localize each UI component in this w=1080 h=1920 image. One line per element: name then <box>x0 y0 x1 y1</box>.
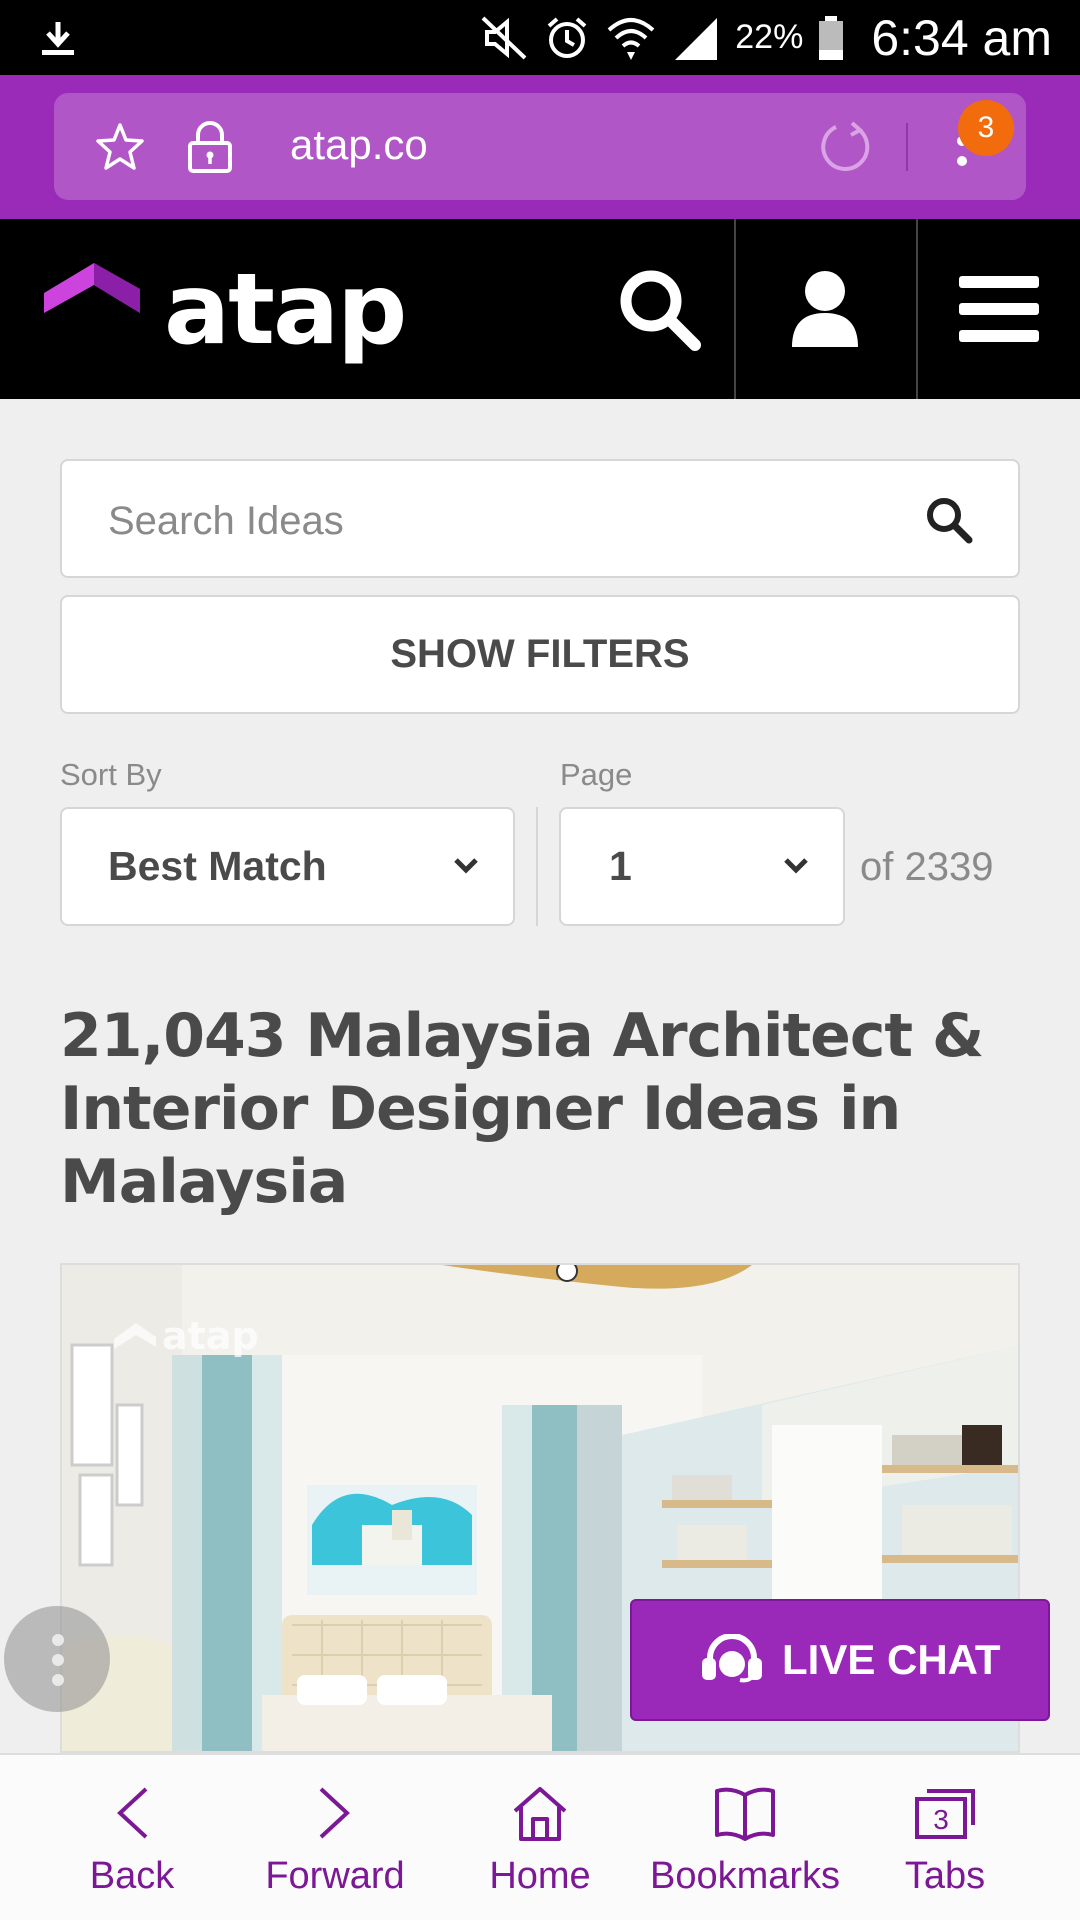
floating-options-button[interactable] <box>4 1606 110 1712</box>
nav-forward-button[interactable]: Forward <box>250 1755 420 1920</box>
tabs-icon: 3 <box>915 1789 975 1839</box>
fab-dot <box>52 1654 64 1666</box>
live-chat-label: LIVE CHAT <box>782 1636 1001 1683</box>
search-ideas-input[interactable] <box>108 491 888 551</box>
brand-logo-text[interactable]: atap <box>164 253 407 367</box>
reload-icon[interactable] <box>818 119 874 175</box>
fab-dot <box>52 1674 64 1686</box>
toolbar-divider <box>906 123 908 171</box>
address-bar[interactable]: atap.co <box>54 93 1026 200</box>
url-text[interactable]: atap.co <box>290 121 428 169</box>
headset-icon <box>702 1634 762 1683</box>
nav-home-label: Home <box>489 1855 591 1897</box>
browser-toolbar: atap.co <box>0 75 1080 219</box>
nav-bookmarks-button[interactable]: Bookmarks <box>640 1755 850 1920</box>
chevron-down-icon <box>784 858 808 874</box>
show-filters-button[interactable]: SHOW FILTERS <box>60 595 1020 714</box>
page-select[interactable]: 1 <box>559 807 845 926</box>
header-menu-button[interactable] <box>916 219 1080 399</box>
wifi-icon <box>607 17 655 60</box>
sort-by-value: Best Match <box>108 843 327 889</box>
battery-icon <box>819 15 844 60</box>
header-account-button[interactable] <box>734 219 914 399</box>
browser-bottom-nav: Back Forward Home Bookmarks 3 Tabs <box>0 1753 1080 1920</box>
image-watermark: atap <box>162 1314 259 1358</box>
nav-home-button[interactable]: Home <box>470 1755 610 1920</box>
search-ideas-box <box>60 459 1020 578</box>
sort-page-divider <box>536 807 538 926</box>
page-value: 1 <box>609 843 632 889</box>
nav-tabs-label: Tabs <box>904 1855 986 1897</box>
clock: 6:34 am <box>871 9 1052 66</box>
sort-by-select[interactable]: Best Match <box>60 807 515 926</box>
live-chat-button[interactable]: LIVE CHAT <box>630 1599 1050 1721</box>
header-search-button[interactable] <box>586 219 732 399</box>
notification-badge[interactable]: 3 <box>958 100 1014 156</box>
atap-logo-icon[interactable] <box>44 263 144 323</box>
page-label: Page <box>560 757 633 792</box>
sort-by-label: Sort By <box>60 757 162 792</box>
total-pages-text: of 2339 <box>860 845 994 889</box>
search-ideas-icon[interactable] <box>924 495 974 545</box>
alarm-icon <box>547 16 587 58</box>
status-bar: 22% 6:34 am <box>0 0 1080 75</box>
home-icon <box>513 1787 567 1841</box>
nav-back-button[interactable]: Back <box>62 1755 202 1920</box>
forward-arrow-icon <box>319 1787 350 1839</box>
tab-count: 3 <box>933 1804 949 1835</box>
hamburger-menu-icon <box>959 276 1039 342</box>
back-arrow-icon <box>117 1787 148 1839</box>
chevron-down-icon <box>454 858 478 874</box>
page-title: 21,043 Malaysia Architect & Interior Des… <box>60 1001 984 1217</box>
site-header: atap <box>0 219 1080 399</box>
signal-icon <box>675 17 718 60</box>
mute-icon <box>481 16 527 59</box>
nav-tabs-button[interactable]: 3 Tabs <box>880 1755 1010 1920</box>
battery-percent: 22% <box>735 18 804 56</box>
lock-icon[interactable] <box>186 119 234 175</box>
user-icon <box>792 271 858 347</box>
nav-back-label: Back <box>89 1855 175 1897</box>
fab-dot <box>52 1634 64 1646</box>
bookmarks-book-icon <box>715 1787 775 1841</box>
nav-forward-label: Forward <box>265 1855 405 1897</box>
nav-bookmarks-label: Bookmarks <box>649 1855 841 1897</box>
download-icon <box>42 22 74 55</box>
bookmark-star-icon[interactable] <box>94 121 146 173</box>
search-icon <box>620 270 701 351</box>
